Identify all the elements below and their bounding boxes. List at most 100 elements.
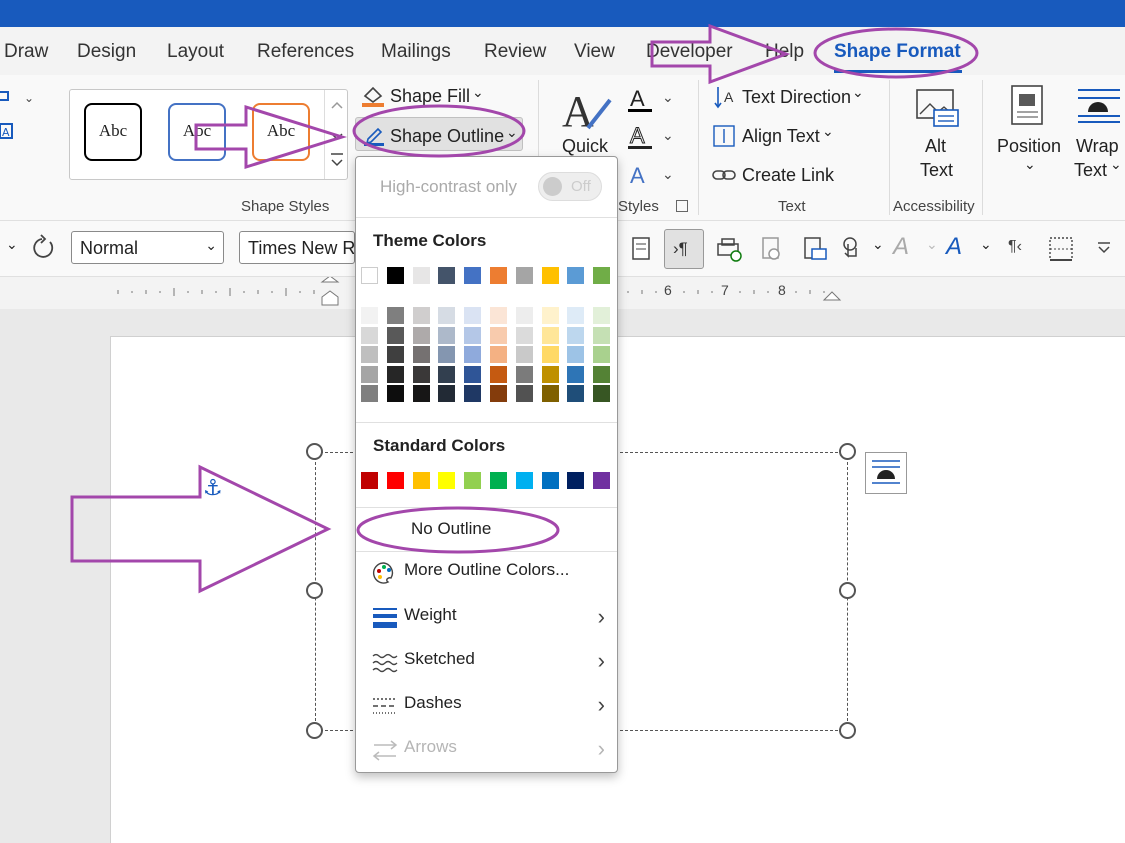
chevron-down-icon[interactable]: ⌄ — [6, 236, 18, 253]
shape-outline-button[interactable]: Shape Outline ⌄ — [355, 117, 523, 151]
tab-design[interactable]: Design — [77, 41, 136, 63]
wrap-text-button[interactable]: Wrap Text ⌄ — [1072, 84, 1125, 184]
theme-shade-swatch[interactable] — [412, 346, 430, 364]
font-select[interactable]: Times New R — [239, 231, 355, 264]
tab-draw[interactable]: Draw — [4, 41, 48, 63]
tab-mailings[interactable]: Mailings — [381, 41, 451, 63]
theme-shade-swatch[interactable] — [593, 365, 611, 383]
rtl-paragraph-icon[interactable]: ¶‹ — [1008, 238, 1022, 256]
theme-shade-swatch[interactable] — [515, 346, 533, 364]
theme-shade-swatch[interactable] — [567, 307, 585, 324]
style-sample-blue[interactable]: Abc — [168, 103, 226, 161]
theme-shade-swatch[interactable] — [490, 365, 507, 383]
resize-handle[interactable] — [306, 722, 323, 739]
position-button[interactable]: Position ⌄ — [996, 84, 1064, 184]
theme-color-swatch[interactable] — [386, 267, 404, 284]
tab-review[interactable]: Review — [484, 41, 546, 63]
style-sample-orange[interactable]: Abc — [252, 103, 310, 161]
overflow-icon[interactable] — [1096, 240, 1114, 258]
theme-color-swatch[interactable] — [515, 267, 533, 284]
theme-color-swatch[interactable] — [412, 267, 430, 284]
tab-help[interactable]: Help — [765, 41, 804, 63]
layout-options-button[interactable] — [865, 452, 907, 494]
theme-shade-swatch[interactable] — [593, 385, 611, 403]
theme-shade-swatch[interactable] — [567, 365, 585, 383]
standard-color-swatch[interactable] — [361, 472, 378, 489]
tab-references[interactable]: References — [257, 41, 354, 63]
resize-handle[interactable] — [306, 443, 323, 460]
standard-color-swatch[interactable] — [593, 472, 611, 489]
resize-handle[interactable] — [839, 582, 856, 599]
theme-shade-swatch[interactable] — [541, 346, 559, 364]
standard-color-swatch[interactable] — [490, 472, 507, 489]
borders-icon[interactable] — [1048, 236, 1074, 262]
high-contrast-toggle[interactable]: Off — [538, 172, 602, 201]
style-select[interactable]: Normal ⌄ — [71, 231, 224, 264]
theme-shade-swatch[interactable] — [464, 307, 482, 324]
theme-shade-swatch[interactable] — [490, 346, 507, 364]
mail-icon[interactable] — [802, 236, 828, 262]
theme-shade-swatch[interactable] — [515, 365, 533, 383]
theme-shade-swatch[interactable] — [490, 307, 507, 324]
print-icon[interactable] — [716, 236, 742, 262]
gallery-scroll[interactable] — [324, 90, 347, 179]
theme-shade-swatch[interactable] — [515, 326, 533, 344]
standard-color-swatch[interactable] — [567, 472, 585, 489]
theme-shade-swatch[interactable] — [541, 326, 559, 344]
theme-shade-swatch[interactable] — [464, 326, 482, 344]
shape-fill-button[interactable]: Shape Fill ⌄ — [360, 84, 490, 108]
theme-shade-swatch[interactable] — [464, 346, 482, 364]
create-link-button[interactable]: Create Link — [712, 162, 842, 188]
style-sample-black[interactable]: Abc — [84, 103, 142, 161]
theme-color-swatch[interactable] — [593, 267, 611, 284]
theme-shade-swatch[interactable] — [541, 365, 559, 383]
theme-shade-swatch[interactable] — [386, 385, 404, 403]
tab-view[interactable]: View — [574, 41, 615, 63]
theme-shade-swatch[interactable] — [464, 365, 482, 383]
theme-shade-swatch[interactable] — [438, 346, 456, 364]
standard-color-swatch[interactable] — [541, 472, 559, 489]
no-outline-item[interactable]: No Outline — [356, 510, 617, 550]
show-formatting-button[interactable]: ›¶ — [664, 229, 704, 269]
theme-shade-swatch[interactable] — [567, 326, 585, 344]
alt-text-button[interactable]: Alt Text — [912, 84, 962, 184]
theme-shade-swatch[interactable] — [361, 385, 378, 403]
tab-developer[interactable]: Developer — [646, 41, 733, 63]
standard-color-swatch[interactable] — [438, 472, 456, 489]
text-effects-icon[interactable]: A — [946, 233, 962, 261]
align-text-button[interactable]: Align Text ⌄ — [712, 123, 842, 149]
theme-shade-swatch[interactable] — [361, 365, 378, 383]
standard-color-swatch[interactable] — [464, 472, 482, 489]
theme-shade-swatch[interactable] — [464, 385, 482, 403]
standard-color-swatch[interactable] — [412, 472, 430, 489]
theme-shade-swatch[interactable] — [438, 326, 456, 344]
theme-shade-swatch[interactable] — [567, 385, 585, 403]
theme-shade-swatch[interactable] — [386, 326, 404, 344]
theme-color-swatch[interactable] — [361, 267, 378, 284]
theme-shade-swatch[interactable] — [361, 326, 378, 344]
dialog-launcher-icon[interactable] — [676, 200, 688, 212]
theme-shade-swatch[interactable] — [515, 385, 533, 403]
resize-handle[interactable] — [839, 722, 856, 739]
standard-color-swatch[interactable] — [386, 472, 404, 489]
theme-shade-swatch[interactable] — [361, 307, 378, 324]
document-icon[interactable] — [630, 236, 654, 262]
theme-shade-swatch[interactable] — [438, 385, 456, 403]
theme-shade-swatch[interactable] — [490, 326, 507, 344]
theme-shade-swatch[interactable] — [515, 307, 533, 324]
touch-mode-icon[interactable] — [838, 236, 864, 262]
theme-shade-swatch[interactable] — [386, 307, 404, 324]
sketched-item[interactable]: Sketched › — [356, 640, 617, 680]
theme-shade-swatch[interactable] — [593, 326, 611, 344]
theme-color-swatch[interactable] — [438, 267, 456, 284]
chevron-down-icon[interactable]: ⌄ — [980, 236, 992, 253]
theme-shade-swatch[interactable] — [593, 307, 611, 324]
theme-color-swatch[interactable] — [567, 267, 585, 284]
theme-shade-swatch[interactable] — [593, 346, 611, 364]
standard-color-swatch[interactable] — [515, 472, 533, 489]
font-color-icon[interactable]: A — [893, 233, 909, 261]
resize-handle[interactable] — [306, 582, 323, 599]
theme-shade-swatch[interactable] — [438, 365, 456, 383]
weight-item[interactable]: Weight › — [356, 596, 617, 636]
theme-shade-swatch[interactable] — [412, 307, 430, 324]
